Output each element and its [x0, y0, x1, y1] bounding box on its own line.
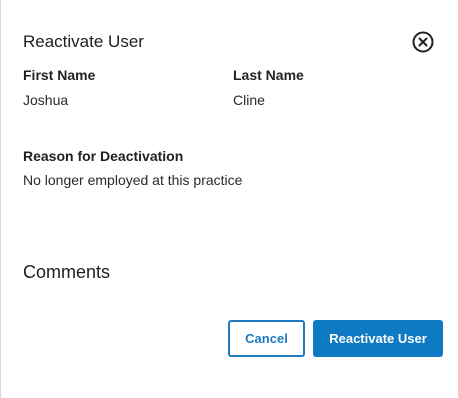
close-circle-icon — [412, 31, 434, 53]
last-name-value: Cline — [233, 92, 265, 108]
reactivate-user-dialog: Reactivate User First Name Joshua Last N… — [0, 0, 458, 398]
close-button[interactable] — [411, 30, 435, 54]
deactivation-reason-label: Reason for Deactivation — [23, 148, 184, 164]
first-name-value: Joshua — [23, 92, 69, 108]
dialog-title: Reactivate User — [23, 32, 144, 51]
deactivation-reason-value: No longer employed at this practice — [23, 172, 243, 188]
cancel-button[interactable]: Cancel — [228, 320, 305, 357]
reactivate-user-button[interactable]: Reactivate User — [313, 320, 443, 357]
comments-heading: Comments — [23, 262, 111, 282]
first-name-label: First Name — [23, 67, 96, 83]
last-name-label: Last Name — [233, 67, 304, 83]
